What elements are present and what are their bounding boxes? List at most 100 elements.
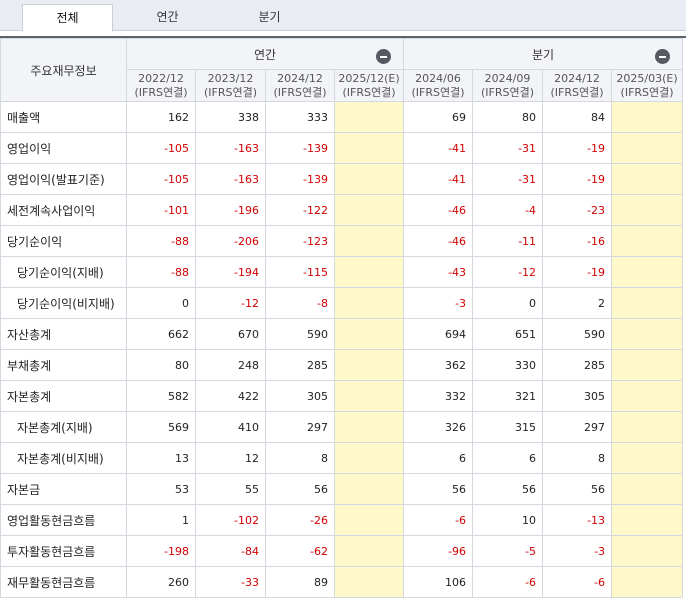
row-label[interactable]: 당기순이익(지배): [17, 266, 104, 280]
value-cell: 80: [126, 349, 196, 381]
table-row: 자본총계(지배) 569 410 297 326 315 297: [0, 411, 684, 443]
value-cell: 162: [126, 101, 196, 133]
table-row: 매출액 162 338 333 69 80 84: [0, 101, 684, 133]
value-cell: [611, 101, 684, 133]
value-cell: [333, 535, 405, 567]
value-cell: 12: [195, 442, 266, 474]
value-cell: 56: [403, 473, 474, 505]
period-header: 2022/12 (IFRS연결): [126, 69, 196, 102]
value-cell: 56: [265, 473, 335, 505]
value-cell: 55: [195, 473, 266, 505]
tab-all[interactable]: 전체: [22, 4, 113, 32]
value-cell: 305: [265, 380, 335, 412]
value-cell: 89: [265, 566, 335, 598]
row-label[interactable]: 투자활동현금흐름: [7, 545, 95, 559]
value-cell: 670: [195, 318, 266, 350]
tab-quarterly[interactable]: 분기: [224, 4, 315, 31]
row-label[interactable]: 자본총계(비지배): [17, 452, 104, 466]
row-header: 영업이익: [0, 132, 127, 164]
value-cell: 53: [126, 473, 196, 505]
value-cell: -23: [542, 194, 613, 226]
value-cell: 694: [403, 318, 474, 350]
value-cell: [333, 411, 405, 443]
period-basis: (IFRS연결): [342, 85, 396, 99]
row-header: 세전계속사업이익: [0, 194, 127, 226]
row-label[interactable]: 매출액: [7, 111, 40, 125]
row-label[interactable]: 영업활동현금흐름: [7, 514, 95, 528]
value-cell: 106: [403, 566, 474, 598]
row-header: 당기순이익: [0, 225, 127, 257]
row-label[interactable]: 영업이익: [7, 142, 51, 156]
value-cell: [333, 349, 405, 381]
row-label[interactable]: 자본금: [7, 483, 40, 497]
value-cell: -96: [403, 535, 474, 567]
value-cell: 260: [126, 566, 196, 598]
value-cell: -6: [403, 504, 474, 536]
value-cell: -115: [265, 256, 335, 288]
value-cell: 0: [472, 287, 544, 319]
minus-circle-icon[interactable]: [655, 49, 671, 64]
table-row: 재무활동현금흐름 260 -33 89 106 -6 -6: [0, 566, 684, 598]
period-date: 2024/06: [415, 71, 461, 85]
value-cell: -123: [265, 225, 335, 257]
value-cell: [611, 132, 684, 164]
row-label[interactable]: 부채총계: [7, 359, 51, 373]
value-cell: -122: [265, 194, 335, 226]
table-row: 당기순이익(지배) -88 -194 -115 -43 -12 -19: [0, 256, 684, 288]
value-cell: -19: [542, 256, 613, 288]
table-row: 세전계속사업이익 -101 -196 -122 -46 -4 -23: [0, 194, 684, 226]
period-header: 2024/12 (IFRS연결): [265, 69, 335, 102]
row-header: 부채총계: [0, 349, 127, 381]
value-cell: 662: [126, 318, 196, 350]
value-cell: -13: [542, 504, 613, 536]
row-header: 영업활동현금흐름: [0, 504, 127, 536]
value-cell: [611, 256, 684, 288]
value-cell: 297: [542, 411, 613, 443]
period-header: 2025/03(E) (IFRS연결): [611, 69, 684, 102]
value-cell: 338: [195, 101, 266, 133]
value-cell: 69: [403, 101, 474, 133]
table-row: 당기순이익(비지배) 0 -12 -8 -3 0 2: [0, 287, 684, 319]
period-date: 2024/09: [484, 71, 531, 85]
row-label[interactable]: 당기순이익(비지배): [17, 297, 115, 311]
row-label[interactable]: 당기순이익: [7, 235, 62, 249]
value-cell: -46: [403, 225, 474, 257]
row-label[interactable]: 재무활동현금흐름: [7, 576, 95, 590]
value-cell: 332: [403, 380, 474, 412]
row-label[interactable]: 자본총계: [7, 390, 51, 404]
value-cell: 2: [542, 287, 613, 319]
value-cell: 285: [542, 349, 613, 381]
value-cell: [333, 380, 405, 412]
value-cell: [333, 318, 405, 350]
value-cell: [333, 566, 405, 598]
financial-table: 주요재무정보 연간 분기 2022/12 (IFRS연결) 2023/12 (IFRS…: [0, 38, 684, 598]
row-label[interactable]: 영업이익(발표기준): [7, 173, 105, 187]
period-basis: (IFRS연결): [134, 85, 188, 99]
value-cell: -31: [472, 163, 544, 195]
value-cell: -11: [472, 225, 544, 257]
value-cell: [611, 194, 684, 226]
value-cell: 333: [265, 101, 335, 133]
value-cell: 8: [265, 442, 335, 474]
value-cell: 305: [542, 380, 613, 412]
value-cell: [333, 163, 405, 195]
value-cell: [333, 132, 405, 164]
value-cell: -19: [542, 132, 613, 164]
value-cell: [333, 101, 405, 133]
value-cell: 80: [472, 101, 544, 133]
tab-annual[interactable]: 연간: [122, 4, 213, 31]
value-cell: 422: [195, 380, 266, 412]
minus-circle-icon[interactable]: [376, 49, 392, 64]
period-date: 2022/12: [138, 71, 184, 85]
period-basis: (IFRS연결): [203, 85, 258, 99]
row-label[interactable]: 자산총계: [7, 328, 51, 342]
row-header: 당기순이익(비지배): [0, 287, 127, 319]
value-cell: -3: [403, 287, 474, 319]
value-cell: 1: [126, 504, 196, 536]
value-cell: -16: [542, 225, 613, 257]
value-cell: -31: [472, 132, 544, 164]
row-label[interactable]: 자본총계(지배): [17, 421, 93, 435]
period-basis: (IFRS연결): [620, 85, 674, 99]
row-label[interactable]: 세전계속사업이익: [7, 204, 95, 218]
value-cell: [333, 225, 405, 257]
